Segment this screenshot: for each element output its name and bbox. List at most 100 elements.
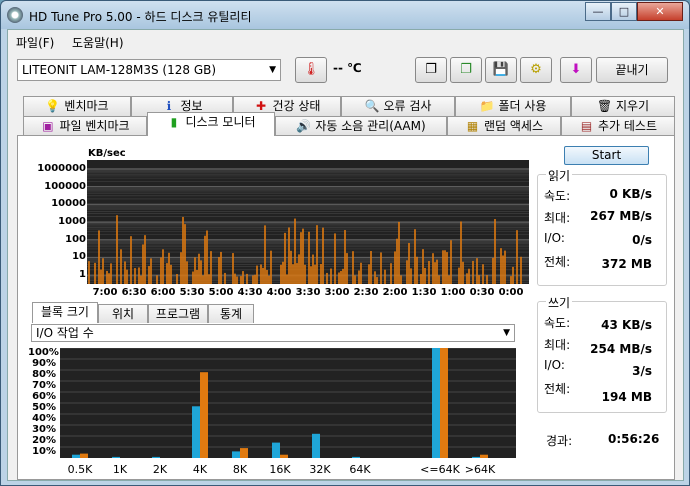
tab-random-access[interactable]: ▦ 랜덤 액세스	[447, 116, 561, 136]
histogram-x-tick-label: 64K	[349, 463, 371, 476]
read-total-value: 372 MB	[601, 257, 652, 271]
folder-icon: 📁	[479, 99, 495, 113]
menu-help[interactable]: 도움말(H)	[72, 34, 124, 51]
download-icon: ⬇	[570, 62, 582, 77]
y-tick-label: 10	[72, 251, 86, 263]
histogram-y-tick-label: 100%	[28, 347, 59, 358]
exit-button[interactable]: 끝내기	[596, 57, 668, 83]
read-bar	[72, 454, 80, 458]
speaker-icon: 🔊	[296, 119, 312, 133]
tab-disk-monitor[interactable]: ▮ 디스크 모니터	[147, 112, 275, 136]
histogram-x-tick-label: 0.5K	[67, 463, 93, 476]
read-bar	[472, 456, 480, 458]
copy-screen-button[interactable]: ❐	[450, 57, 482, 83]
tab-label: 벤치마크	[64, 99, 109, 113]
y-tick-label: 100000	[44, 180, 86, 192]
histogram-x-tick-label: 1K	[112, 463, 128, 476]
y-tick-label: 1	[79, 269, 86, 281]
histogram-y-tick-label: 70%	[32, 380, 56, 391]
tab-folder-usage[interactable]: 📁 폴더 사용	[455, 96, 571, 116]
tab-extra-tests[interactable]: ▤ 추가 테스트	[561, 116, 675, 136]
write-max-value: 254 MB/s	[590, 342, 652, 356]
read-bar	[112, 456, 120, 458]
histogram-y-tick-label: 10%	[32, 446, 56, 457]
read-bar	[272, 442, 280, 458]
elapsed-value: 0:56:26	[608, 432, 660, 446]
x-tick-label: 6:30	[121, 287, 147, 298]
read-total-label: 전체:	[544, 255, 571, 269]
drive-select[interactable]: LITEONIT LAM-128M3S (128 GB) ▼	[17, 59, 281, 81]
options-button[interactable]: ⚙	[520, 57, 552, 83]
read-bar	[232, 451, 240, 458]
tab-label: 파일 벤치마크	[59, 119, 130, 133]
read-bar	[192, 406, 200, 458]
read-max-value: 267 MB/s	[590, 209, 652, 223]
read-group-title: 읽기	[546, 167, 573, 184]
tab-aam[interactable]: 🔊 자동 소음 관리(AAM)	[275, 116, 447, 136]
temperature-value: -- ℃	[333, 61, 362, 75]
subtab-block-size[interactable]: 블록 크기	[32, 302, 98, 323]
x-tick-label: 2:30	[353, 287, 379, 298]
histogram-x-tick-label: >64K	[464, 463, 496, 476]
x-tick-label: 7:00	[92, 287, 118, 298]
tab-benchmark[interactable]: 💡 벤치마크	[23, 96, 131, 116]
y-tick-label: 1000	[58, 216, 86, 227]
histogram-x-tick-label: 2K	[152, 463, 168, 476]
file-benchmark-icon: ▣	[42, 119, 54, 133]
x-tick-label: 5:00	[208, 287, 234, 298]
write-max-label: 최대:	[544, 338, 571, 352]
copy-info-button[interactable]: ❐	[415, 57, 447, 83]
write-total-label: 전체:	[544, 382, 571, 396]
client-area: 파일(F) 도움말(H) LITEONIT LAM-128M3S (128 GB…	[7, 29, 684, 481]
tab-file-benchmark[interactable]: ▣ 파일 벤치마크	[23, 116, 147, 136]
tab-label: 자동 소음 관리(AAM)	[315, 119, 426, 133]
y-tick-label: 100	[65, 233, 86, 245]
start-button[interactable]: Start	[564, 146, 649, 165]
histogram-y-tick-label: 30%	[32, 424, 56, 435]
window-title: HD Tune Pro 5.00 - 하드 디스크 유틸리티	[29, 10, 252, 24]
chevron-down-icon: ▼	[503, 328, 510, 338]
tab-label: 폴더 사용	[498, 99, 547, 113]
x-tick-label: 4:00	[266, 287, 292, 298]
subtab-position[interactable]: 위치	[98, 304, 148, 323]
write-bar	[480, 454, 488, 458]
x-tick-label: 5:30	[179, 287, 205, 298]
io-metric-select[interactable]: I/O 작업 수 ▼	[31, 324, 515, 342]
download-button[interactable]: ⬇	[560, 57, 592, 83]
title-bar[interactable]: HD Tune Pro 5.00 - 하드 디스크 유틸리티 — □ ✕	[1, 1, 689, 29]
menu-bar: 파일(F) 도움말(H)	[8, 30, 683, 52]
maximize-button[interactable]: □	[611, 2, 637, 21]
write-bar	[280, 454, 288, 458]
x-tick-label: 1:30	[411, 287, 437, 298]
x-tick-label: 2:00	[382, 287, 408, 298]
magnifier-icon: 🔍	[364, 99, 380, 113]
histogram-y-tick-label: 80%	[32, 369, 56, 380]
menu-file[interactable]: 파일(F)	[16, 34, 54, 51]
write-bar	[80, 453, 88, 458]
write-total-value: 194 MB	[601, 390, 652, 404]
close-button[interactable]: ✕	[637, 2, 683, 21]
random-access-icon: ▦	[466, 119, 479, 133]
read-bar	[312, 433, 320, 458]
write-io-label: I/O:	[544, 358, 565, 372]
subtab-statistics[interactable]: 통계	[208, 304, 254, 323]
options-icon: ⚙	[530, 62, 542, 77]
tab-error-scan[interactable]: 🔍 오류 검사	[341, 96, 455, 116]
write-group-title: 쓰기	[546, 294, 573, 311]
histogram-x-tick-label: 8K	[232, 463, 248, 476]
block-size-histogram: 100% 90% 80% 70% 60% 50% 40% 30% 20% 10% 0.5K 1K 2K…	[28, 344, 518, 479]
temperature-button[interactable]: 🌡	[295, 57, 327, 83]
x-tick-label: 3:30	[295, 287, 321, 298]
tab-erase[interactable]: 🗑 지우기	[571, 96, 675, 116]
save-icon: 💾	[492, 62, 510, 77]
thermometer-icon: 🌡	[302, 62, 320, 77]
subtab-program[interactable]: 프로그램	[148, 304, 208, 323]
minimize-button[interactable]: —	[585, 2, 611, 21]
copy-screen-icon: ❐	[460, 62, 472, 77]
transfer-graph: KB/sec 1000000 100000 10000 1000 100 10 1 7:00…	[28, 148, 530, 301]
save-button[interactable]: 💾	[485, 57, 517, 83]
histogram-y-tick-label: 40%	[32, 413, 56, 424]
read-speed-value: 0 KB/s	[609, 187, 653, 201]
histogram-y-tick-label: 60%	[32, 391, 56, 402]
tab-label: 오류 검사	[383, 99, 432, 113]
